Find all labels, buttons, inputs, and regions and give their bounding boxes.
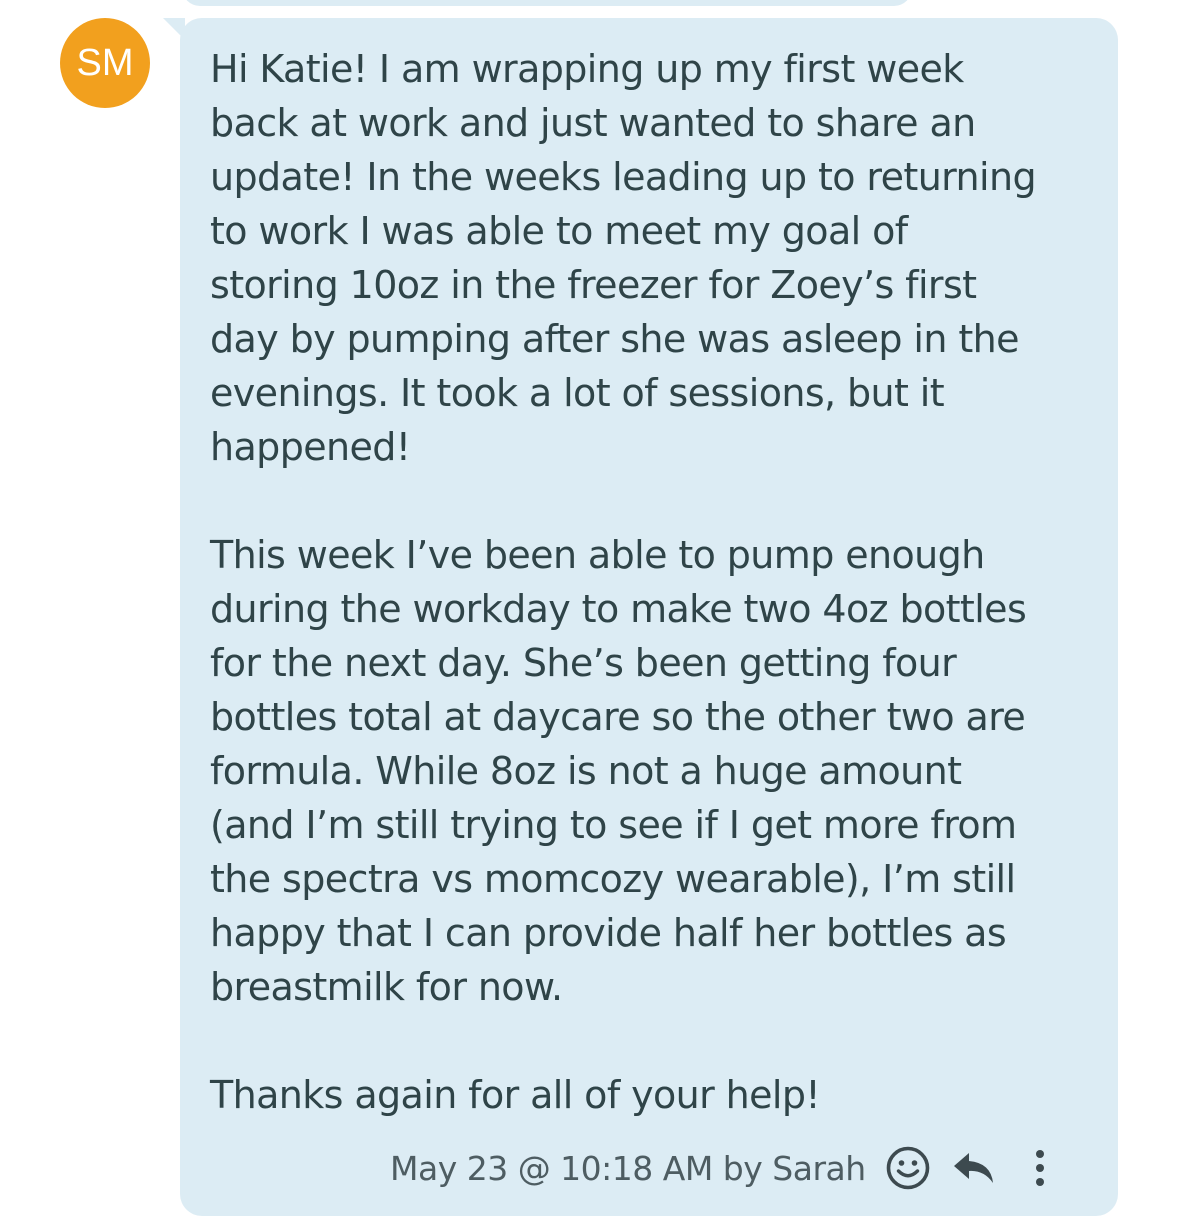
- previous-message-bubble-edge: [182, 0, 912, 6]
- message-paragraph: Hi Katie! I am wrapping up my first week…: [210, 47, 1037, 469]
- emoji-reaction-icon[interactable]: [884, 1144, 932, 1192]
- avatar[interactable]: SM: [60, 18, 150, 108]
- message-paragraph: This week I’ve been able to pump enough …: [210, 533, 1027, 1009]
- message-body: Hi Katie! I am wrapping up my first week…: [210, 42, 1105, 1122]
- message-paragraph: Thanks again for all of your help!: [210, 1073, 821, 1117]
- avatar-initials: SM: [76, 41, 134, 84]
- reply-icon[interactable]: [950, 1144, 998, 1192]
- message-timestamp: May 23 @ 10:18 AM by Sarah: [390, 1148, 866, 1188]
- more-options-icon[interactable]: [1016, 1144, 1064, 1192]
- message-meta: May 23 @ 10:18 AM by Sarah: [390, 1142, 1064, 1194]
